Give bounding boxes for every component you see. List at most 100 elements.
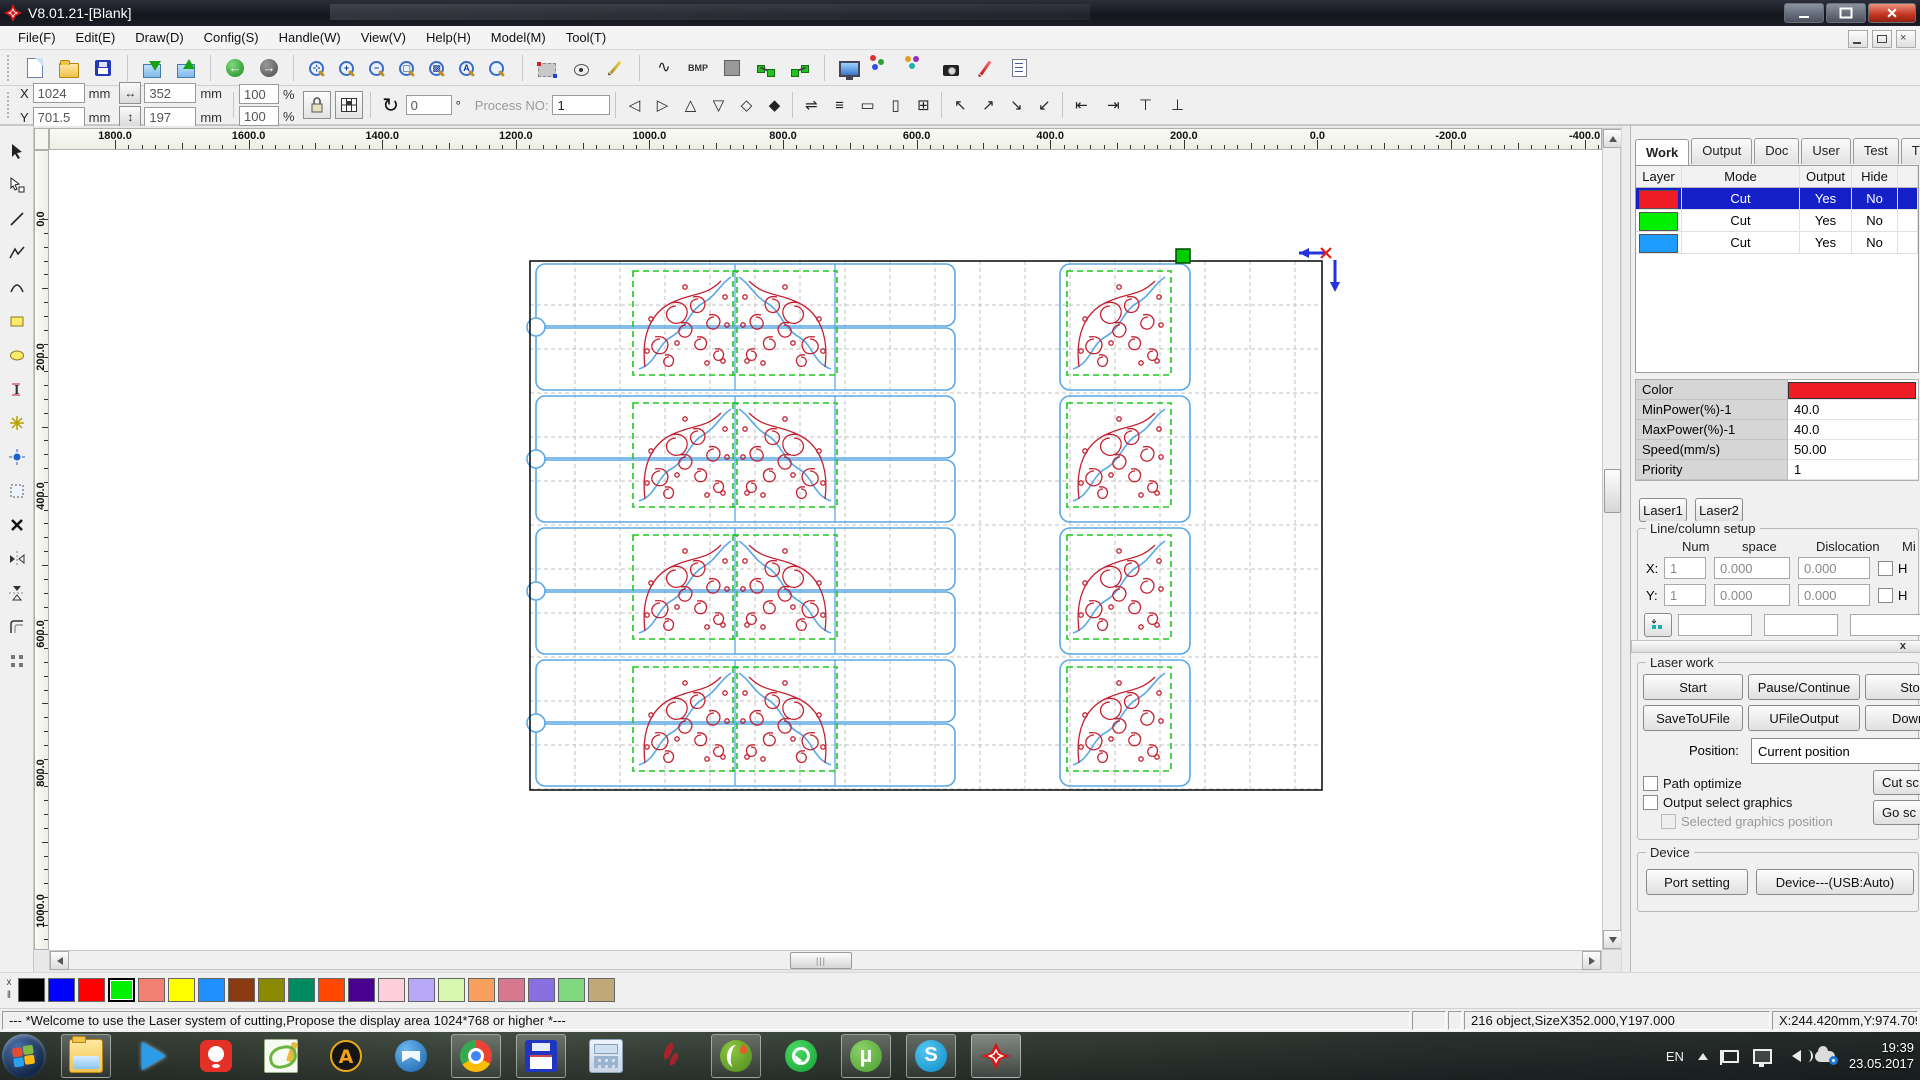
- width-field[interactable]: 352: [144, 83, 196, 103]
- vertical-scrollbar[interactable]: [1602, 128, 1621, 950]
- savetoufile-button[interactable]: SaveToUFile: [1643, 705, 1743, 731]
- vscroll-thumb[interactable]: [1604, 469, 1621, 513]
- prop-value[interactable]: 1: [1788, 460, 1918, 480]
- export-image-button[interactable]: [171, 53, 201, 83]
- redo-button[interactable]: →: [254, 53, 284, 83]
- taskbar-calc-icon[interactable]: [581, 1034, 631, 1078]
- distribute-icon-1[interactable]: ▷: [649, 92, 675, 118]
- ufileoutput-button[interactable]: UFileOutput: [1748, 705, 1860, 731]
- taskbar-flame-icon[interactable]: [646, 1034, 696, 1078]
- push-icon-3[interactable]: ⊥: [1164, 92, 1190, 118]
- y-space-field[interactable]: 0.000: [1714, 584, 1790, 606]
- hscroll-thumb[interactable]: |||: [790, 952, 852, 969]
- array-preview-button[interactable]: [902, 53, 932, 83]
- layer-color-swatch[interactable]: [1639, 212, 1678, 231]
- network-icon[interactable]: [1753, 1049, 1772, 1064]
- prop-value[interactable]: 40.0: [1788, 400, 1918, 420]
- tab-user[interactable]: User: [1801, 138, 1850, 164]
- table-layout-button[interactable]: [335, 91, 363, 119]
- ellipse-tool[interactable]: [2, 340, 31, 369]
- layer-row[interactable]: CutYesNo: [1636, 232, 1918, 254]
- maximize-button[interactable]: [1826, 3, 1866, 23]
- y-position-field[interactable]: 701.5: [33, 107, 85, 127]
- distribute-icon-3[interactable]: ▽: [705, 92, 731, 118]
- palette-color-2[interactable]: [78, 978, 105, 1002]
- layer-color-value[interactable]: [1788, 382, 1916, 399]
- palette-color-15[interactable]: [468, 978, 495, 1002]
- menu-file[interactable]: File(F): [8, 27, 66, 48]
- mirror-vertical-tool[interactable]: [2, 578, 31, 607]
- palette-color-10[interactable]: [318, 978, 345, 1002]
- zoom-view-button[interactable]: [483, 53, 513, 83]
- distribute-icon-5[interactable]: ◆: [761, 92, 787, 118]
- adjust-field[interactable]: [1850, 614, 1920, 636]
- taskbar-chrome-icon[interactable]: [451, 1034, 501, 1078]
- scroll-down-button[interactable]: [1603, 930, 1622, 949]
- height-field[interactable]: 197: [144, 107, 196, 127]
- layer-color-swatch[interactable]: [1639, 234, 1678, 253]
- device-select-button[interactable]: Device---(USB:Auto): [1756, 869, 1914, 895]
- go-sc-button[interactable]: Go sc: [1873, 800, 1920, 825]
- process-no-field[interactable]: 1: [552, 95, 610, 115]
- node-edit-tool[interactable]: [2, 170, 31, 199]
- tray-expand-icon[interactable]: [1698, 1048, 1708, 1060]
- mdi-restore-button[interactable]: [1872, 30, 1892, 48]
- x-scale-field[interactable]: 100: [239, 84, 279, 104]
- action-center-icon[interactable]: [1722, 1050, 1739, 1063]
- volume-icon[interactable]: [1786, 1050, 1801, 1062]
- toolbar-grip[interactable]: [7, 92, 13, 118]
- tab-transf[interactable]: Transf: [1901, 138, 1920, 164]
- polyline-tool[interactable]: [2, 238, 31, 267]
- menu-draw[interactable]: Draw(D): [125, 27, 193, 48]
- palette-grip[interactable]: ‖: [2, 989, 16, 1002]
- port-setting-button[interactable]: Port setting: [1646, 869, 1748, 895]
- drawing-canvas[interactable]: [49, 150, 1602, 950]
- point-tool[interactable]: [2, 442, 31, 471]
- taskbar-utorrent-icon[interactable]: [841, 1034, 891, 1078]
- zoom-pan-button[interactable]: ⊹: [303, 53, 333, 83]
- push-icon-1[interactable]: ⇥: [1100, 92, 1126, 118]
- position-dropdown[interactable]: Current position: [1751, 738, 1920, 764]
- start-button[interactable]: [2, 1034, 46, 1078]
- new-file-button[interactable]: [20, 53, 50, 83]
- capture-camera-button[interactable]: [936, 53, 966, 83]
- save-file-button[interactable]: [88, 53, 118, 83]
- zoom-page-button[interactable]: ▢: [393, 53, 423, 83]
- tab-test[interactable]: Test: [1853, 138, 1899, 164]
- curve-smooth-button[interactable]: ∿: [649, 53, 679, 83]
- layer-hide[interactable]: No: [1852, 232, 1898, 253]
- x-num-field[interactable]: 1: [1664, 557, 1706, 579]
- link-width-icon[interactable]: ↔: [119, 82, 141, 104]
- palette-close-icon[interactable]: x: [2, 976, 16, 989]
- push-icon-2[interactable]: ⊤: [1132, 92, 1158, 118]
- taskbar-play-icon[interactable]: [126, 1034, 176, 1078]
- rotate-icon[interactable]: ↻: [376, 90, 406, 120]
- pause-continue-button[interactable]: Pause/Continue: [1748, 674, 1860, 700]
- palette-color-11[interactable]: [348, 978, 375, 1002]
- menu-tool[interactable]: Tool(T): [556, 27, 616, 48]
- pen-edit-button[interactable]: [600, 53, 630, 83]
- layer-mode[interactable]: Cut: [1682, 188, 1800, 209]
- palette-color-12[interactable]: [378, 978, 405, 1002]
- layer-color-swatch[interactable]: [1639, 190, 1678, 209]
- list-settings-button[interactable]: [1004, 53, 1034, 83]
- zoom-out-button[interactable]: −: [363, 53, 393, 83]
- corner-icon-1[interactable]: ↗: [975, 92, 1001, 118]
- menu-model[interactable]: Model(M): [481, 27, 556, 48]
- size-icon-2[interactable]: ▭: [854, 92, 880, 118]
- grid-tool[interactable]: [2, 476, 31, 505]
- prop-value[interactable]: 50.00: [1788, 440, 1918, 460]
- taskbar-skype-icon[interactable]: [906, 1034, 956, 1078]
- simulate-dots-button[interactable]: [868, 53, 898, 83]
- palette-color-4[interactable]: [138, 978, 165, 1002]
- x-position-field[interactable]: 1024: [33, 83, 85, 103]
- select-rect-button[interactable]: [532, 53, 562, 83]
- layer-mode[interactable]: Cut: [1682, 232, 1800, 253]
- checkbox-output-select-graphics[interactable]: [1643, 795, 1658, 810]
- undo-button[interactable]: ←: [220, 53, 250, 83]
- palette-color-16[interactable]: [498, 978, 525, 1002]
- menu-help[interactable]: Help(H): [416, 27, 481, 48]
- palette-color-1[interactable]: [48, 978, 75, 1002]
- size-icon-0[interactable]: ⇌: [798, 92, 824, 118]
- taskbar-gom-icon[interactable]: [191, 1034, 241, 1078]
